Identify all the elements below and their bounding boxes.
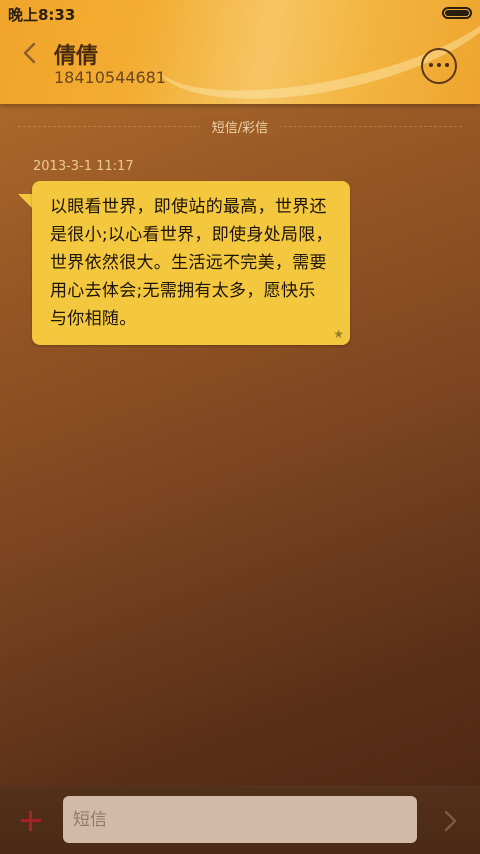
- more-dots-icon: [423, 63, 455, 69]
- status-bar: 晚上8:33: [0, 0, 480, 28]
- battery-icon: [442, 7, 472, 19]
- message-timestamp: 2013-3-1 11:17: [33, 159, 134, 174]
- message-bubble[interactable]: 以眼看世界，即使站的最高，世界还 是很小;以心看世界，即使身处局限， 世界依然很…: [32, 181, 350, 345]
- status-time: 晚上8:33: [8, 6, 76, 24]
- star-icon: ★: [333, 327, 344, 341]
- message-input[interactable]: [63, 796, 417, 843]
- back-button[interactable]: [18, 38, 42, 68]
- more-options-button[interactable]: [421, 48, 457, 84]
- chevron-left-icon: [23, 42, 36, 64]
- contact-number: 18410544681: [54, 68, 166, 87]
- chevron-right-icon: [444, 810, 457, 832]
- contact-name: 倩倩: [54, 44, 99, 69]
- send-button[interactable]: [438, 807, 462, 835]
- conversation-header: 晚上8:33 倩倩 18410544681: [0, 0, 480, 104]
- add-attachment-button[interactable]: [17, 807, 45, 835]
- message-type-label: 短信/彩信: [200, 117, 280, 136]
- message-text: 以眼看世界，即使站的最高，世界还 是很小;以心看世界，即使身处局限， 世界依然很…: [50, 197, 333, 329]
- compose-bar: [0, 786, 480, 854]
